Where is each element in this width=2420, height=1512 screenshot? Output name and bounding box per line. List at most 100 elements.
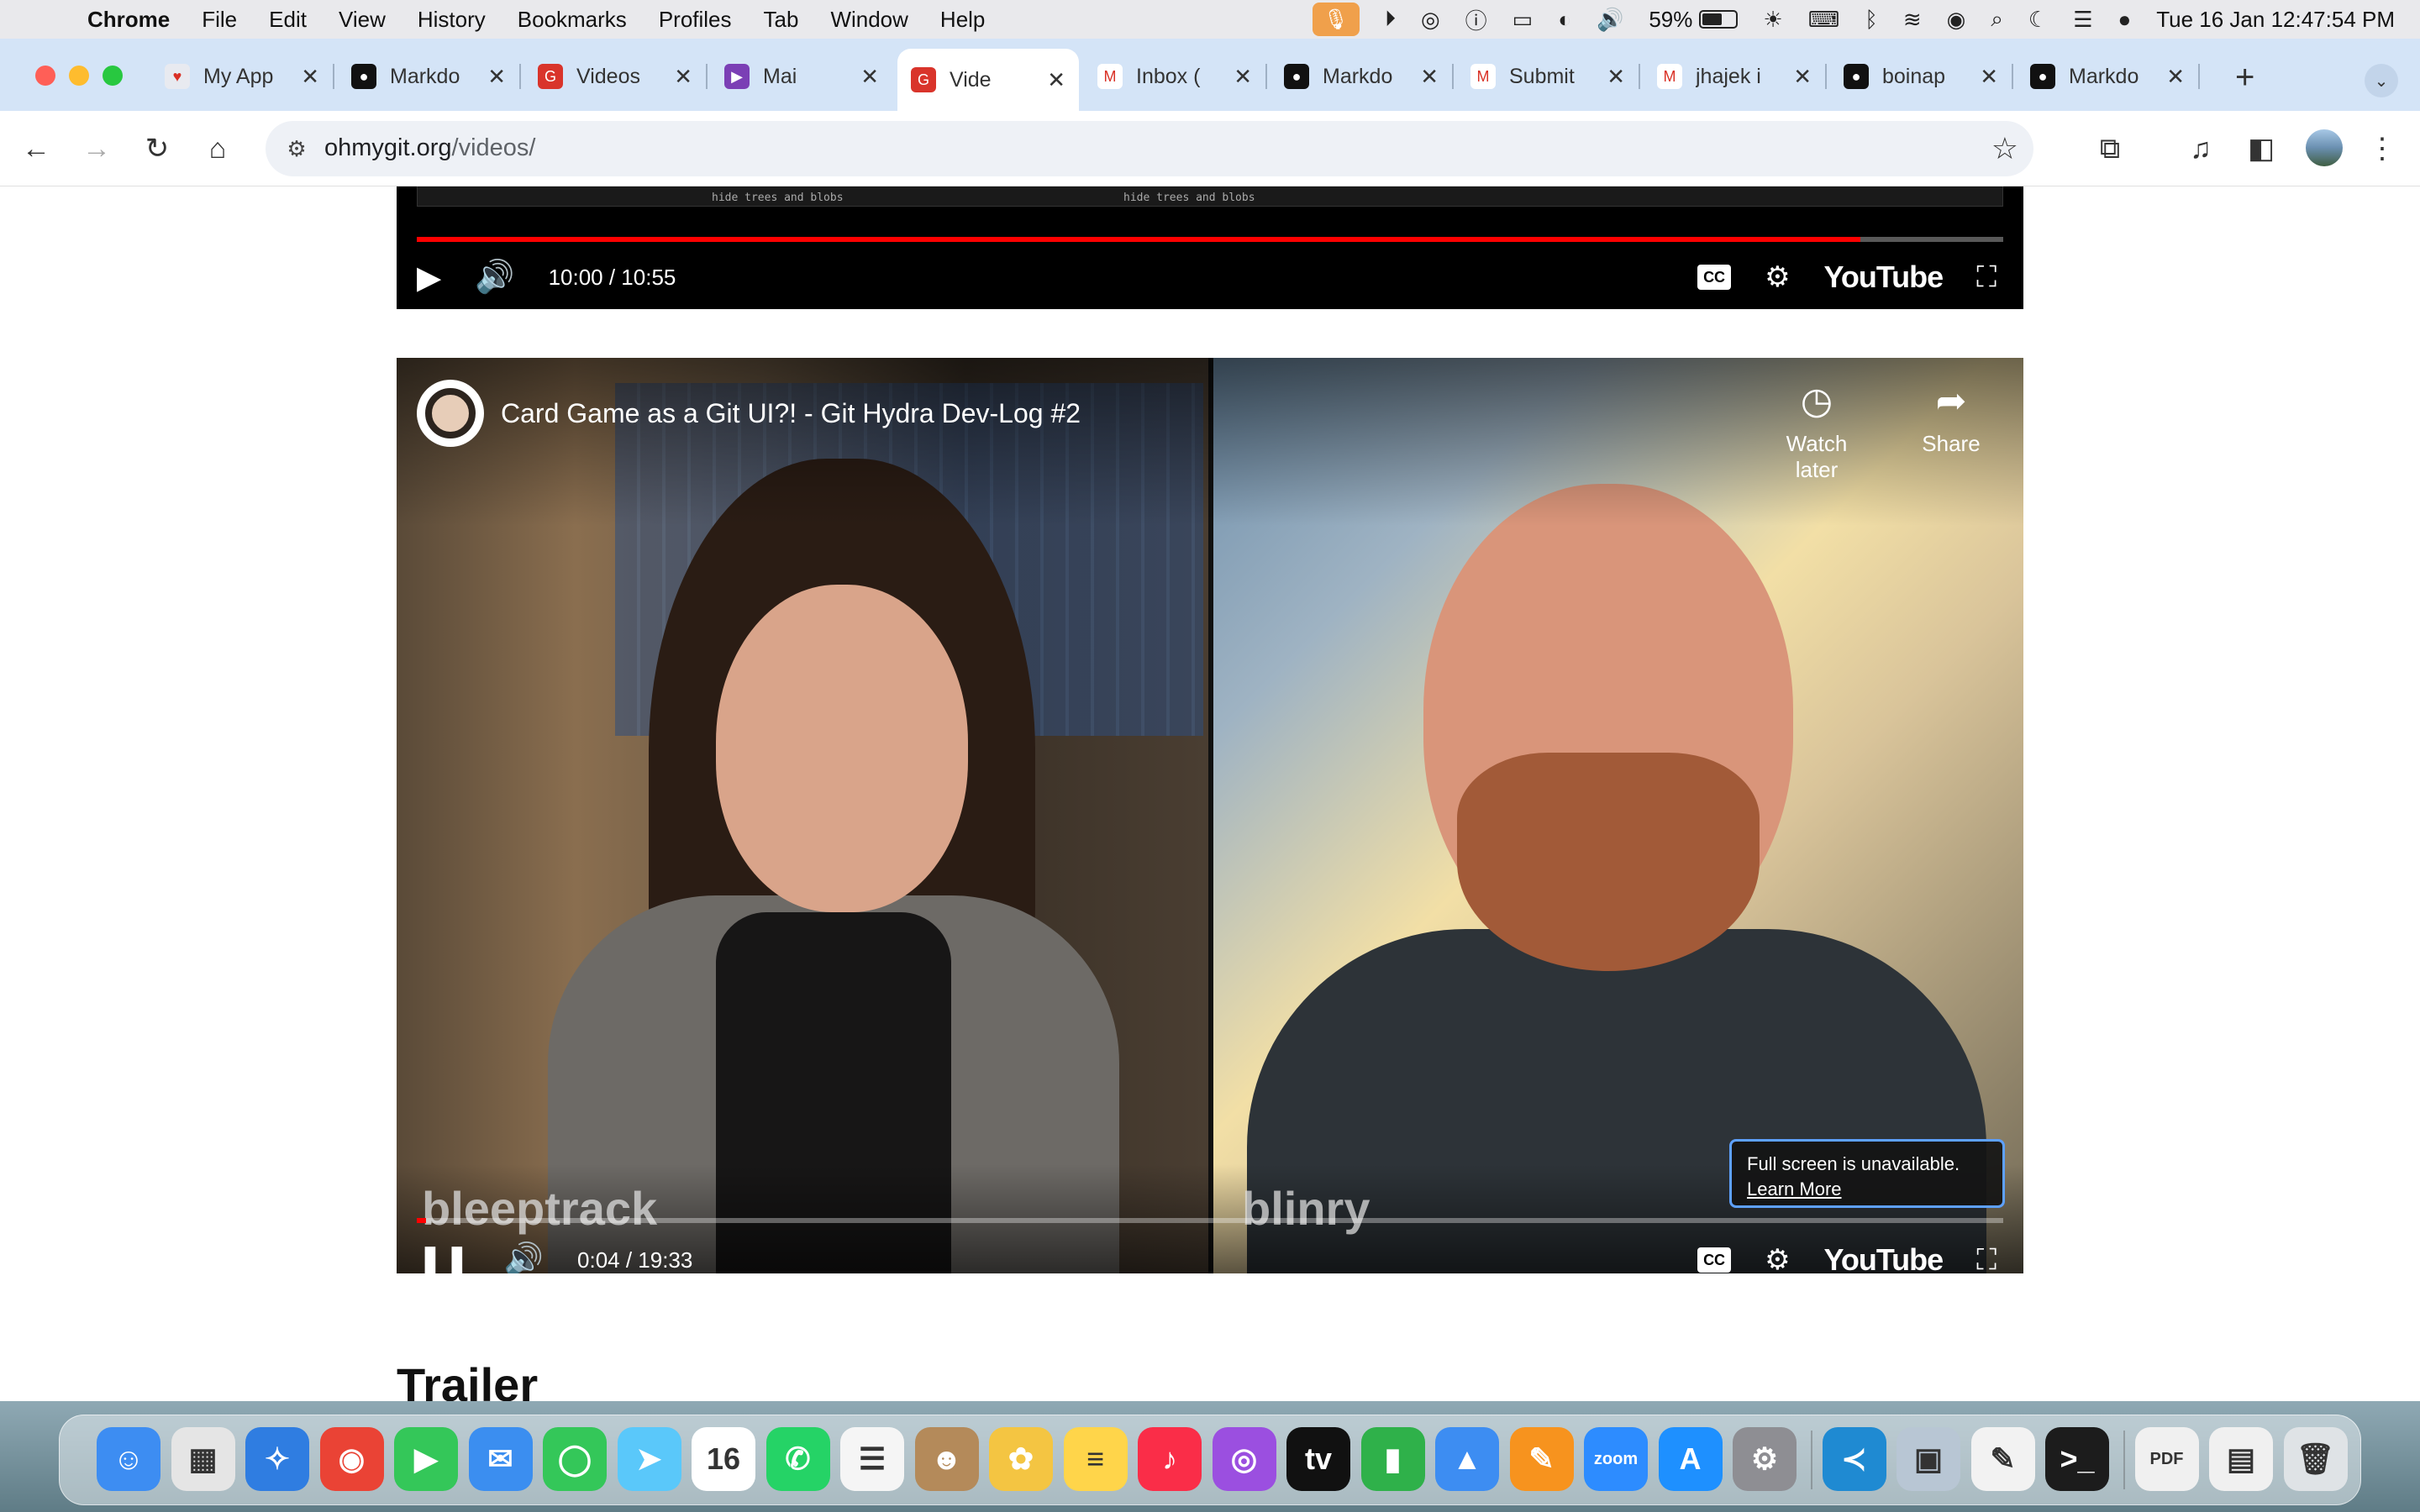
- tab-close-icon[interactable]: ✕: [860, 64, 879, 90]
- menu-profiles[interactable]: Profiles: [659, 7, 732, 33]
- dock-chrome-icon[interactable]: ◉: [319, 1427, 384, 1491]
- dock-calendar-icon[interactable]: 16: [692, 1427, 755, 1491]
- dock-contacts-icon[interactable]: ☻: [914, 1427, 979, 1491]
- reload-icon[interactable]: ↻: [138, 129, 176, 168]
- zoom-window-button[interactable]: [103, 66, 123, 86]
- menu-app-name[interactable]: Chrome: [87, 7, 170, 33]
- shazam-icon[interactable]: ◐: [1558, 7, 1571, 33]
- menubar-clock[interactable]: Tue 16 Jan 12:47:54 PM: [2156, 7, 2395, 33]
- captions-button[interactable]: CC: [1697, 265, 1732, 290]
- tab-search-chevron-icon[interactable]: ⌄: [2365, 64, 2398, 97]
- channel-avatar[interactable]: [417, 380, 484, 447]
- dock-launchpad-icon[interactable]: ▦: [171, 1427, 235, 1491]
- dock-vscode-icon[interactable]: ≺: [1822, 1427, 1886, 1491]
- tab-close-icon[interactable]: ✕: [1047, 67, 1065, 93]
- pause-icon[interactable]: ❚❚: [417, 1242, 471, 1274]
- dock-maps-icon[interactable]: ➤: [617, 1427, 681, 1491]
- dock-app-store-icon[interactable]: A: [1658, 1427, 1723, 1491]
- tab-close-icon[interactable]: ✕: [2166, 64, 2185, 90]
- video-player-1[interactable]: hide trees and blobs hide trees and blob…: [397, 186, 2023, 309]
- play-icon[interactable]: ▶: [417, 259, 441, 297]
- spotlight-search-icon[interactable]: ⌕: [1991, 6, 2003, 33]
- youtube-logo[interactable]: YouTube: [1824, 1242, 1944, 1273]
- video-2-title[interactable]: Card Game as a Git UI?! - Git Hydra Dev-…: [501, 398, 1081, 429]
- wifi-icon[interactable]: ≋: [1903, 7, 1922, 33]
- dock-messages-icon[interactable]: ◯: [543, 1427, 607, 1491]
- site-info-icon[interactable]: ⚙: [281, 133, 313, 165]
- profile-avatar[interactable]: [2306, 129, 2343, 166]
- home-icon[interactable]: ⌂: [198, 129, 237, 168]
- dock-preview-icon[interactable]: ▣: [1897, 1427, 1960, 1491]
- side-panel-icon[interactable]: ◧: [2242, 129, 2281, 168]
- dock-facetime-icon[interactable]: ▶: [394, 1427, 458, 1491]
- browser-tab[interactable]: M Submit ✕: [1457, 50, 1640, 102]
- airdrop-icon[interactable]: ◎: [1421, 7, 1440, 33]
- browser-tab[interactable]: ● Markdo ✕: [2017, 50, 2200, 102]
- video-1-progress-bar[interactable]: [417, 237, 2003, 242]
- accessibility-icon[interactable]: ⓘ: [1465, 4, 1487, 35]
- media-controls-icon[interactable]: ♫: [2181, 129, 2220, 168]
- display-icon[interactable]: ▭: [1512, 7, 1534, 33]
- share-button[interactable]: ➦ Share: [1909, 380, 1993, 457]
- dock-mail-icon[interactable]: ✉: [468, 1427, 533, 1491]
- video-player-2[interactable]: Card Game as a Git UI?! - Git Hydra Dev-…: [397, 358, 2023, 1273]
- tab-close-icon[interactable]: ✕: [1793, 64, 1812, 90]
- browser-tab[interactable]: M Inbox (✕: [1084, 50, 1267, 102]
- dock-safari-icon[interactable]: ✧: [245, 1427, 309, 1491]
- browser-tab[interactable]: ● boinap ✕: [1830, 50, 2013, 102]
- dock-whatsapp-icon[interactable]: ✆: [765, 1427, 830, 1491]
- dock-reminders-icon[interactable]: ☰: [840, 1427, 904, 1491]
- close-window-button[interactable]: [35, 66, 55, 86]
- bluetooth-icon[interactable]: ᛒ: [1865, 7, 1878, 33]
- dock-photos-icon[interactable]: ✿: [989, 1427, 1053, 1491]
- tab-close-icon[interactable]: ✕: [674, 64, 692, 90]
- video-2-progress-bar[interactable]: [417, 1218, 2003, 1223]
- extensions-icon[interactable]: ⧉: [2091, 129, 2129, 168]
- menu-help[interactable]: Help: [940, 7, 985, 33]
- fullscreen-icon[interactable]: ⛶: [1976, 1244, 1996, 1274]
- bookmark-star-icon[interactable]: ☆: [1991, 131, 2018, 166]
- microphone-icon[interactable]: 🎙: [1312, 3, 1360, 36]
- siri-icon[interactable]: ●: [2118, 7, 2132, 33]
- user-icon[interactable]: ◉: [1947, 7, 1966, 33]
- volume-icon[interactable]: 🔊: [504, 1242, 544, 1273]
- menu-bookmarks[interactable]: Bookmarks: [518, 7, 627, 33]
- new-tab-button[interactable]: +: [2235, 59, 2254, 97]
- dock-textedit-icon[interactable]: ✎: [1970, 1427, 2035, 1491]
- dock-zoom-icon[interactable]: zoom: [1584, 1427, 1648, 1491]
- dock-document-icon[interactable]: ▤: [2209, 1427, 2273, 1491]
- dock-podcasts-icon[interactable]: ◎: [1212, 1427, 1276, 1491]
- forward-arrow-icon[interactable]: →: [77, 129, 116, 168]
- menu-history[interactable]: History: [418, 7, 486, 33]
- more-menu-icon[interactable]: ⋮: [2363, 129, 2402, 168]
- address-bar[interactable]: ⚙ ohmygit.org/videos/ ☆: [266, 121, 2033, 176]
- browser-tab[interactable]: Mjhajek i ✕: [1644, 50, 1827, 102]
- menu-window[interactable]: Window: [830, 7, 908, 33]
- menu-file[interactable]: File: [202, 7, 237, 33]
- dock-keynote-icon[interactable]: ▲: [1435, 1427, 1499, 1491]
- menu-edit[interactable]: Edit: [269, 7, 307, 33]
- dock-music-icon[interactable]: ♪: [1138, 1427, 1202, 1491]
- dock-pdf-doc-icon[interactable]: PDF: [2134, 1427, 2199, 1491]
- browser-tab[interactable]: ● Markdo ✕: [338, 50, 521, 102]
- browser-tab[interactable]: ● Markdo ✕: [1270, 50, 1454, 102]
- play-icon[interactable]: ⏵: [1385, 6, 1396, 33]
- volume-icon[interactable]: 🔊: [475, 259, 514, 296]
- tab-close-icon[interactable]: ✕: [1980, 64, 1998, 90]
- menu-tab[interactable]: Tab: [764, 7, 799, 33]
- volume-icon[interactable]: 🔊: [1597, 7, 1623, 33]
- fullscreen-icon[interactable]: ⛶: [1976, 261, 1996, 294]
- dock-terminal-icon[interactable]: >_: [2045, 1427, 2109, 1491]
- menu-view[interactable]: View: [339, 7, 386, 33]
- minimize-window-button[interactable]: [69, 66, 89, 86]
- settings-gear-icon[interactable]: ⚙: [1765, 260, 1790, 294]
- youtube-logo[interactable]: YouTube: [1824, 260, 1944, 295]
- tab-close-icon[interactable]: ✕: [1234, 64, 1252, 90]
- tab-close-icon[interactable]: ✕: [487, 64, 506, 90]
- dock-trash-icon[interactable]: 🗑: [2283, 1427, 2348, 1491]
- keyboard-icon[interactable]: ⌨: [1808, 7, 1840, 33]
- captions-button[interactable]: CC: [1697, 1247, 1732, 1273]
- dock-system-settings-icon[interactable]: ⚙: [1733, 1427, 1797, 1491]
- dock-pages-icon[interactable]: ✎: [1509, 1427, 1574, 1491]
- url-text[interactable]: ohmygit.org/videos/: [324, 134, 535, 162]
